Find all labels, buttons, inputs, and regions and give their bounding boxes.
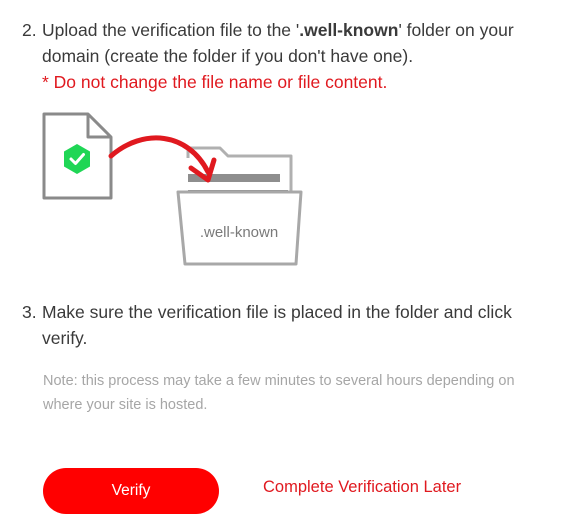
step-2-line-2: domain (create the folder if you don't h…	[42, 46, 414, 66]
folder-label: .well-known	[200, 224, 278, 241]
well-known-highlight: .well-known	[299, 20, 399, 40]
verify-button[interactable]: Verify	[43, 468, 219, 514]
step-3-number: 3.	[22, 302, 37, 322]
step-3-text: Make sure the verification file is place…	[42, 302, 512, 322]
step-2-number: 2.	[22, 20, 37, 40]
complete-verification-later-link[interactable]: Complete Verification Later	[263, 478, 461, 497]
step-2-warning: * Do not change the file name or file co…	[42, 72, 388, 92]
upload-illustration: .well-known	[38, 110, 318, 270]
note-line-2: where your site is hosted.	[43, 397, 208, 413]
step-2-line-1: 2. Upload the verification file to the '.…	[22, 17, 578, 43]
step-3-line-2: verify.	[42, 328, 88, 348]
step-3-line-1: 3. Make sure the verification file is pla…	[22, 299, 578, 325]
folder-icon: .well-known	[176, 146, 303, 266]
step-2-instruction: 2. Upload the verification file to the '.…	[22, 17, 578, 95]
step-2-text-after: ' folder on your	[398, 20, 514, 40]
step-2-text-before: Upload the verification file to the '	[42, 20, 300, 40]
processing-note: Note: this process may take a few minute…	[43, 369, 583, 417]
step-3-instruction: 3. Make sure the verification file is pla…	[22, 299, 578, 351]
move-arrow-icon	[108, 135, 217, 183]
note-line-1: Note: this process may take a few minute…	[43, 373, 515, 389]
